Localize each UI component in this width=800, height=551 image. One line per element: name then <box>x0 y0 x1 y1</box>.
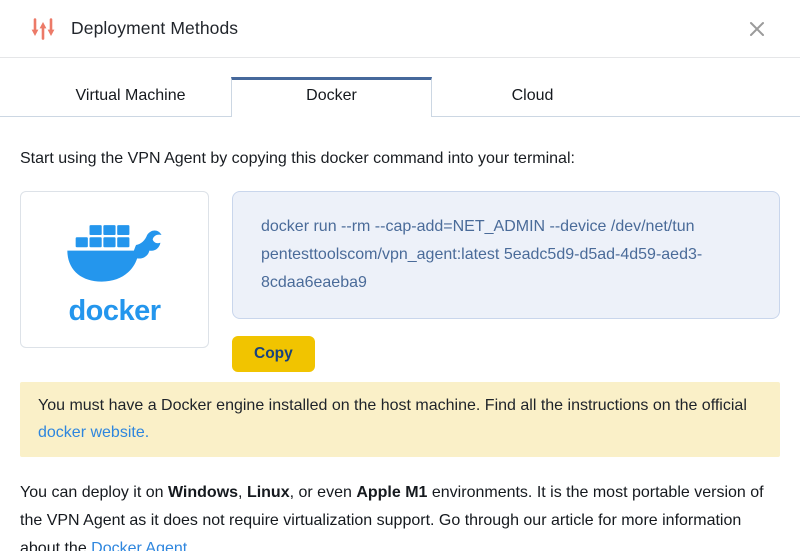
tab-panel-docker: Start using the VPN Agent by copying thi… <box>0 150 800 551</box>
docker-logo-card: docker <box>20 191 209 348</box>
footer-bold-windows: Windows <box>168 484 238 501</box>
vertical-arrows-icon <box>30 16 56 42</box>
footer-paragraph: You can deploy it on Windows, Linux, or … <box>20 479 780 551</box>
footer-bold-linux: Linux <box>247 484 290 501</box>
command-column: docker run --rm --cap-add=NET_ADMIN --de… <box>232 191 780 372</box>
close-button[interactable] <box>744 16 770 42</box>
docker-agent-link[interactable]: Docker Agent. <box>91 540 192 551</box>
footer-text: , or even <box>290 484 357 501</box>
tab-docker[interactable]: Docker <box>231 77 432 117</box>
footer-text: You can deploy it on <box>20 484 168 501</box>
docker-command-box[interactable]: docker run --rm --cap-add=NET_ADMIN --de… <box>232 191 780 319</box>
page-title: Deployment Methods <box>71 18 238 39</box>
warning-text: You must have a Docker engine installed … <box>38 397 747 414</box>
warning-banner: You must have a Docker engine installed … <box>20 382 780 457</box>
modal-header: Deployment Methods <box>0 0 800 58</box>
close-icon <box>747 19 767 39</box>
footer-bold-apple-m1: Apple M1 <box>356 484 427 501</box>
command-row: docker docker run --rm --cap-add=NET_ADM… <box>20 191 780 372</box>
tab-cloud[interactable]: Cloud <box>432 77 633 116</box>
instruction-text: Start using the VPN Agent by copying thi… <box>20 150 780 168</box>
copy-button[interactable]: Copy <box>232 336 315 372</box>
tab-bar: Virtual Machine Docker Cloud <box>0 77 800 117</box>
tab-virtual-machine[interactable]: Virtual Machine <box>30 77 231 116</box>
docker-wordmark: docker <box>68 297 160 326</box>
docker-whale-icon <box>59 214 171 296</box>
docker-website-link[interactable]: docker website. <box>38 424 149 441</box>
footer-text: , <box>238 484 247 501</box>
tab-spacer <box>0 77 30 116</box>
deployment-methods-modal: Deployment Methods Virtual Machine Docke… <box>0 0 800 551</box>
